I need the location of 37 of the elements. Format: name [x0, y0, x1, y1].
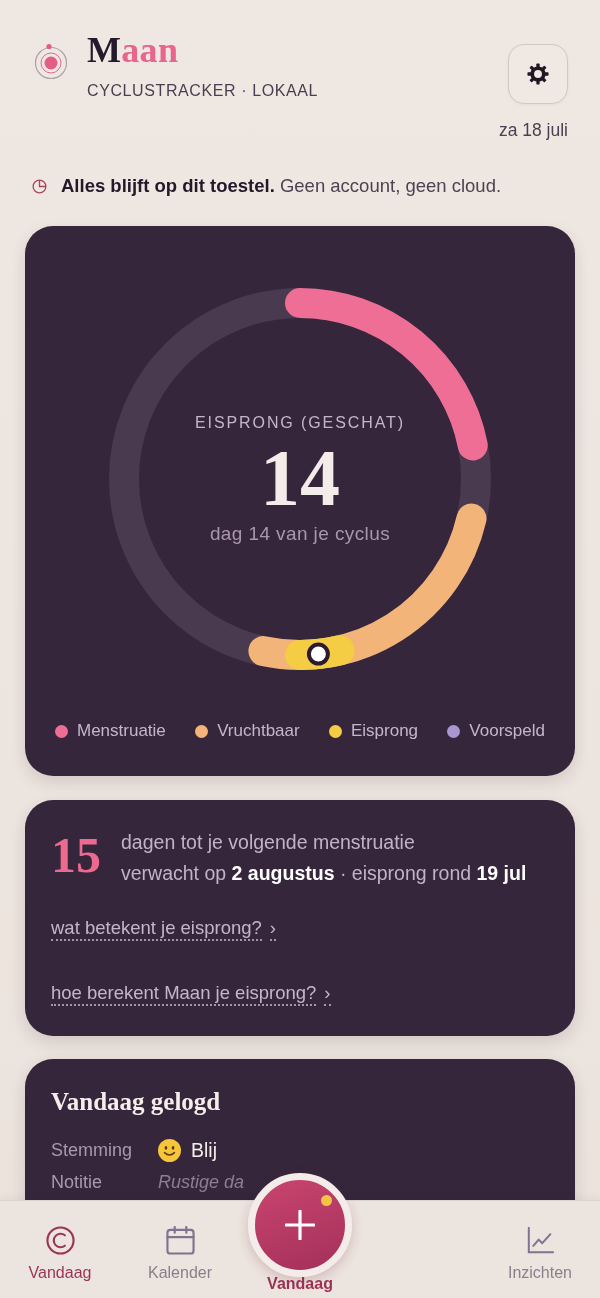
add-label: Vandaag [267, 1274, 333, 1294]
cycle-day-number: 14 [260, 441, 340, 515]
clock-icon [32, 178, 47, 194]
legend-label: Voorspeld [469, 721, 545, 741]
nav-tab[interactable]: Vandaag [0, 1201, 120, 1298]
note-value: Rustige da [158, 1171, 245, 1193]
date-label: za 18 juli [498, 120, 568, 140]
row-label: Notitie [51, 1171, 104, 1193]
logo-icon [33, 42, 69, 80]
cycle-day-caption: dag 14 van je cyclus [209, 523, 391, 545]
ovulation-arc [285, 635, 355, 670]
privacy-note: Alles blijft op dit toestel. Geen account, geen cloud. [61, 175, 502, 197]
app-title: Maan [87, 30, 180, 70]
day-marker-icon [306, 642, 330, 666]
nav-tab[interactable]: Inzichten [480, 1201, 600, 1298]
calendar-icon [165, 1226, 195, 1255]
settings-button[interactable] [508, 44, 568, 104]
legend-label: Eisprong [350, 721, 419, 741]
log-card-title: Vandaag gelogd [51, 1089, 222, 1115]
phase-label: EISPRONG (GESCHAT) [195, 413, 405, 433]
mood-value: Blij [191, 1139, 217, 1161]
app-subtitle: CYCLUSTRACKER · LOKAAL [87, 81, 320, 101]
circle-c-icon [45, 1226, 75, 1255]
days-count: 15 [51, 827, 102, 883]
plus-icon [285, 1210, 315, 1240]
row-label: Stemming [51, 1139, 134, 1161]
info-link[interactable]: hoe berekent Maan je eisprong? › [51, 980, 331, 1006]
days-until-text: dagen tot je volgende menstruatie [121, 830, 416, 855]
nav-tab[interactable]: Kalender [120, 1201, 240, 1298]
add-button[interactable] [248, 1173, 352, 1277]
legend-label: Menstruatie [77, 721, 166, 741]
expected-date-text: verwacht op 2 augustus · eisprong rond 19 jul [121, 861, 527, 886]
legend-label: Vruchtbaar [217, 721, 300, 741]
info-link[interactable]: wat betekent je eisprong? › [51, 915, 276, 941]
smiley-icon [158, 1138, 181, 1162]
settings-icon [527, 63, 549, 85]
line-chart-icon [526, 1227, 554, 1254]
